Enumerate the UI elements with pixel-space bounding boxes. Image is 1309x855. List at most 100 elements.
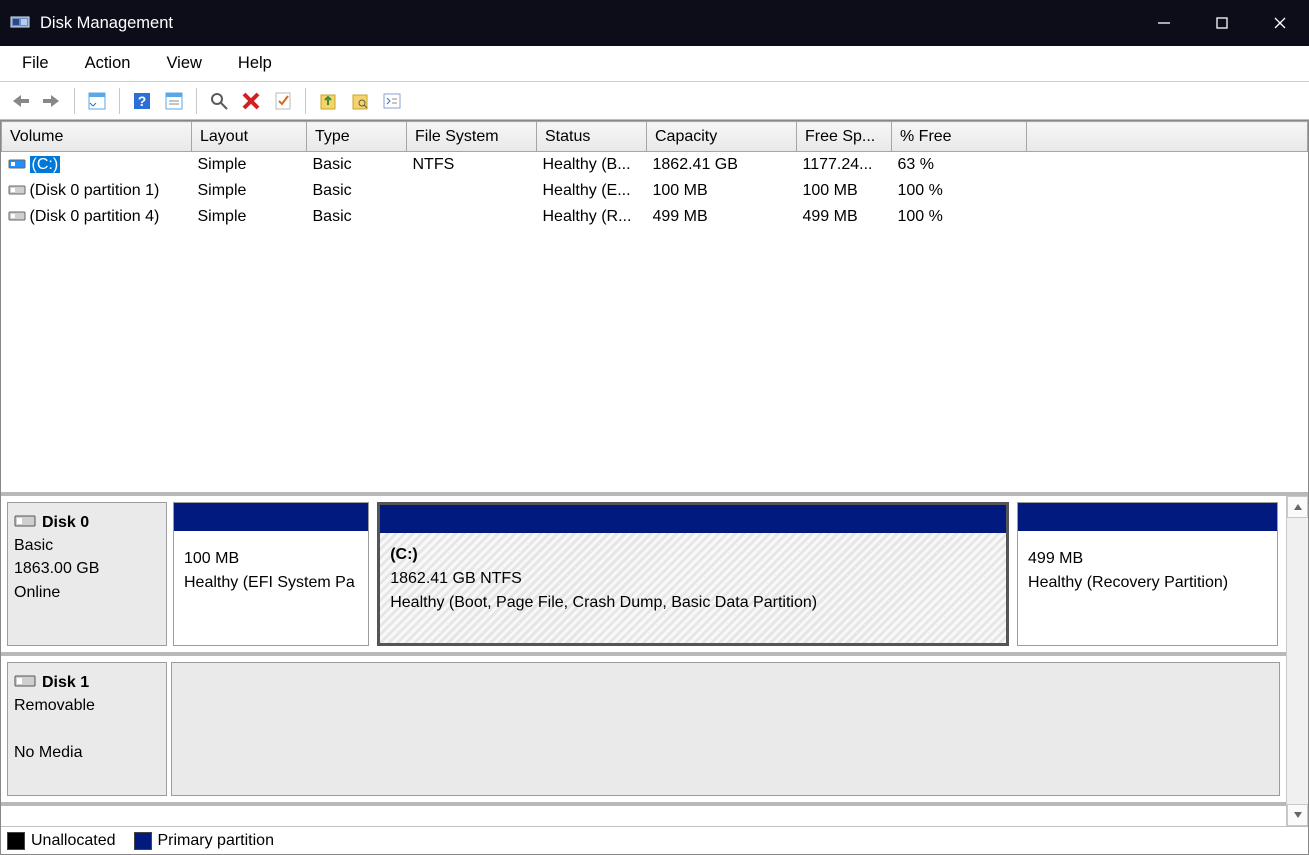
cell-layout: Simple [192, 178, 307, 204]
cell-status: Healthy (E... [537, 178, 647, 204]
svg-text:?: ? [138, 93, 147, 109]
disk-type: Basic [14, 537, 53, 554]
legend-swatch-unallocated [7, 832, 25, 850]
cell-pct: 100 % [892, 204, 1027, 230]
volume-row[interactable]: (C:) SimpleBasicNTFSHealthy (B...1862.41 … [2, 152, 1308, 178]
col-pctfree[interactable]: % Free [892, 122, 1027, 152]
partition-color-bar [380, 505, 1006, 533]
disk-header[interactable]: Disk 0 Basic 1863.00 GB Online [7, 502, 167, 646]
forward-button[interactable] [38, 87, 66, 115]
volume-row[interactable]: (Disk 0 partition 1) SimpleBasic Healthy (… [2, 178, 1308, 204]
partition-status: Healthy (Recovery Partition) [1028, 571, 1267, 595]
cell-fs: NTFS [407, 152, 537, 178]
delete-icon[interactable] [237, 87, 265, 115]
maximize-button[interactable] [1193, 0, 1251, 46]
disk-state: Online [14, 584, 60, 601]
disk-type: Removable [14, 697, 95, 714]
col-type[interactable]: Type [307, 122, 407, 152]
partition[interactable]: 100 MBHealthy (EFI System Pa [173, 502, 369, 646]
cell-pct: 100 % [892, 178, 1027, 204]
titlebar: Disk Management [0, 0, 1309, 46]
partition[interactable]: 499 MBHealthy (Recovery Partition) [1017, 502, 1278, 646]
col-layout[interactable]: Layout [192, 122, 307, 152]
cell-pct: 63 % [892, 152, 1027, 178]
disk-row: Disk 0Basic1863.00 GBOnline100 MBHealthy… [1, 496, 1286, 656]
find-icon[interactable] [205, 87, 233, 115]
cell-status: Healthy (B... [537, 152, 647, 178]
volume-row[interactable]: (Disk 0 partition 4) SimpleBasic Healthy (… [2, 204, 1308, 230]
partition-size: 100 MB [184, 547, 358, 571]
menubar: File Action View Help [0, 46, 1309, 82]
column-headers[interactable]: Volume Layout Type File System Status Ca… [2, 122, 1308, 152]
partition-title: (C:) [390, 543, 996, 567]
cell-capacity: 499 MB [647, 204, 797, 230]
disk-state: No Media [14, 744, 82, 761]
col-capacity[interactable]: Capacity [647, 122, 797, 152]
app-icon [10, 12, 30, 35]
cell-type: Basic [307, 204, 407, 230]
cell-free: 1177.24... [797, 152, 892, 178]
cell-fs [407, 204, 537, 230]
scroll-up-button[interactable] [1287, 496, 1308, 518]
properties-icon[interactable] [269, 87, 297, 115]
minimize-button[interactable] [1135, 0, 1193, 46]
disk-icon [14, 672, 36, 686]
menu-file[interactable]: File [4, 50, 67, 77]
legend-label-primary: Primary partition [158, 832, 274, 850]
legend-swatch-primary [134, 832, 152, 850]
cell-status: Healthy (R... [537, 204, 647, 230]
cell-layout: Simple [192, 152, 307, 178]
menu-action[interactable]: Action [67, 50, 149, 77]
volumes-list[interactable]: Volume Layout Type File System Status Ca… [1, 121, 1308, 496]
menu-view[interactable]: View [148, 50, 219, 77]
toolbar: ? [0, 82, 1309, 120]
options-icon[interactable] [378, 87, 406, 115]
volume-name: (Disk 0 partition 1) [30, 182, 160, 199]
drive-icon [8, 157, 26, 171]
cell-type: Basic [307, 152, 407, 178]
settings-list-icon[interactable] [160, 87, 188, 115]
vertical-scrollbar[interactable] [1286, 496, 1308, 826]
col-free[interactable]: Free Sp... [797, 122, 892, 152]
partition-status: Healthy (Boot, Page File, Crash Dump, Ba… [390, 591, 996, 615]
legend: Unallocated Primary partition [1, 826, 1308, 854]
disk-name: Disk 0 [42, 514, 89, 531]
col-filesystem[interactable]: File System [407, 122, 537, 152]
volume-name: (C:) [30, 156, 61, 173]
partitions: 100 MBHealthy (EFI System Pa(C:)1862.41 … [171, 502, 1280, 646]
disk-name: Disk 1 [42, 674, 89, 691]
menu-help[interactable]: Help [220, 50, 290, 77]
disk-header[interactable]: Disk 1 Removable No Media [7, 662, 167, 796]
cell-capacity: 100 MB [647, 178, 797, 204]
new-up-icon[interactable] [314, 87, 342, 115]
window-title: Disk Management [40, 14, 173, 33]
col-status[interactable]: Status [537, 122, 647, 152]
no-media-area[interactable] [171, 662, 1280, 796]
cell-type: Basic [307, 178, 407, 204]
col-filler [1027, 122, 1308, 152]
partition-size: 499 MB [1028, 547, 1267, 571]
search-folder-icon[interactable] [346, 87, 374, 115]
close-button[interactable] [1251, 0, 1309, 46]
refresh-icon[interactable] [83, 87, 111, 115]
drive-icon [8, 183, 26, 197]
cell-layout: Simple [192, 204, 307, 230]
disk-size: 1863.00 GB [14, 560, 99, 577]
back-button[interactable] [6, 87, 34, 115]
partition[interactable]: (C:)1862.41 GB NTFSHealthy (Boot, Page F… [377, 502, 1009, 646]
partition-color-bar [174, 503, 368, 531]
scroll-down-button[interactable] [1287, 804, 1308, 826]
cell-capacity: 1862.41 GB [647, 152, 797, 178]
volume-name: (Disk 0 partition 4) [30, 208, 160, 225]
cell-free: 499 MB [797, 204, 892, 230]
col-volume[interactable]: Volume [2, 122, 192, 152]
help-icon[interactable]: ? [128, 87, 156, 115]
disk-row: Disk 1 Removable No Media [1, 656, 1286, 806]
legend-label-unallocated: Unallocated [31, 832, 116, 850]
cell-fs [407, 178, 537, 204]
workspace: Volume Layout Type File System Status Ca… [0, 120, 1309, 855]
partition-color-bar [1018, 503, 1277, 531]
partition-size: 1862.41 GB NTFS [390, 567, 996, 591]
drive-icon [8, 209, 26, 223]
graphical-pane: Disk 0Basic1863.00 GBOnline100 MBHealthy… [1, 496, 1308, 826]
